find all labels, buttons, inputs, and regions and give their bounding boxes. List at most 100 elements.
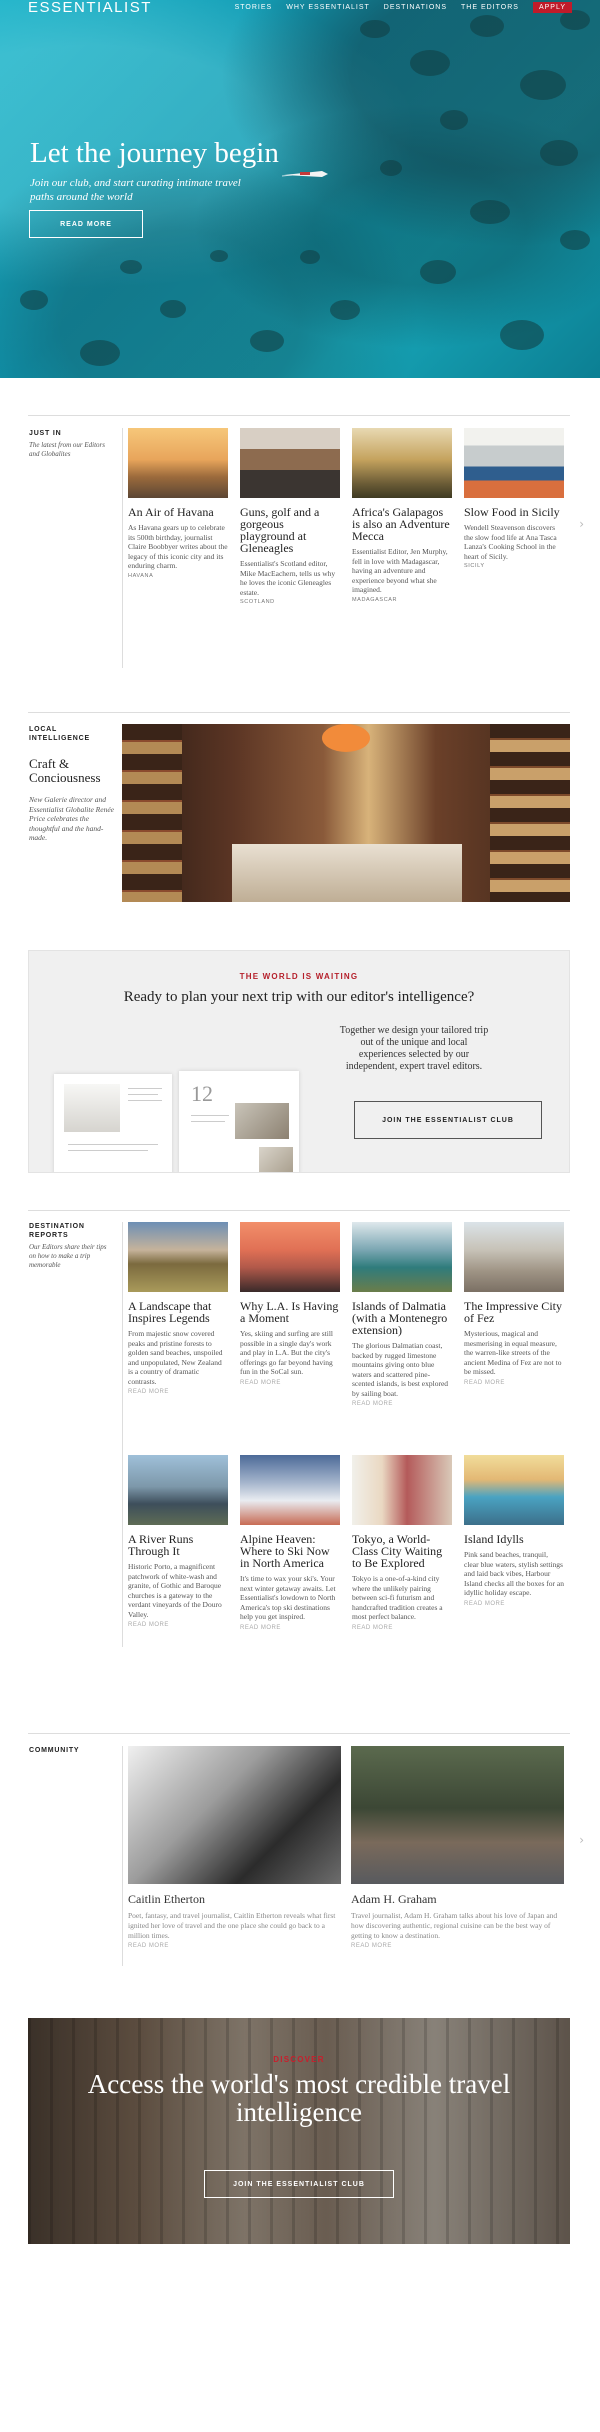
article-image[interactable]: [352, 428, 452, 498]
destination-image[interactable]: [240, 1455, 340, 1525]
bottom-join-club-button[interactable]: JOIN THE ESSENTIALIST CLUB: [204, 2170, 394, 2198]
destination-title[interactable]: A Landscape that Inspires Legends: [128, 1300, 228, 1324]
community-card[interactable]: Adam H. Graham Travel journalist, Adam H…: [351, 1746, 564, 1949]
bottom-title: Access the world's most credible travel …: [87, 2069, 511, 2127]
article-card[interactable]: Guns, golf and a gorgeous playground at …: [240, 428, 340, 605]
destination-title[interactable]: Why L.A. Is Having a Moment: [240, 1300, 340, 1324]
destination-card[interactable]: Tokyo, a World-Class City Waiting to Be …: [352, 1455, 452, 1631]
destination-excerpt: Tokyo is a one-of-a-kind city where the …: [352, 1574, 443, 1621]
article-excerpt: As Havana gears up to celebrate its 500t…: [128, 523, 228, 570]
community-portrait[interactable]: [351, 1746, 564, 1884]
read-more-link[interactable]: READ MORE: [128, 1943, 341, 1949]
read-more-link[interactable]: READ MORE: [240, 1380, 340, 1386]
join-club-button[interactable]: JOIN THE ESSENTIALIST CLUB: [354, 1101, 542, 1139]
article-title[interactable]: Slow Food in Sicily: [464, 506, 564, 518]
hero-read-more-button[interactable]: READ MORE: [29, 210, 143, 238]
destination-title[interactable]: Alpine Heaven: Where to Ski Now in North…: [240, 1533, 340, 1569]
read-more-link[interactable]: READ MORE: [464, 1601, 564, 1607]
read-more-link[interactable]: READ MORE: [352, 1625, 452, 1631]
article-card[interactable]: Slow Food in Sicily Wendell Steavenson d…: [464, 428, 564, 569]
destination-image[interactable]: [240, 1222, 340, 1292]
hero-subtitle: Join our club, and start curating intima…: [30, 177, 241, 203]
read-more-link[interactable]: READ MORE: [240, 1625, 340, 1631]
destination-excerpt: Pink sand beaches, tranquil, clear blue …: [464, 1550, 564, 1597]
article-excerpt: Essentialist's Scotland editor, Mike Mac…: [240, 559, 336, 597]
destination-title[interactable]: The Impressive City of Fez: [464, 1300, 564, 1324]
destination-title[interactable]: Tokyo, a World-Class City Waiting to Be …: [352, 1533, 452, 1569]
article-title[interactable]: An Air of Havana: [128, 506, 228, 518]
article-tag[interactable]: HAVANA: [128, 573, 228, 579]
feature-image[interactable]: [122, 724, 570, 902]
destination-title[interactable]: Island Idylls: [464, 1533, 564, 1545]
community-excerpt: Travel journalist, Adam H. Graham talks …: [351, 1911, 558, 1940]
section-title-community: COMMUNITY: [29, 1747, 80, 1754]
read-more-link[interactable]: READ MORE: [352, 1401, 452, 1407]
article-excerpt: Essentialist Editor, Jen Murphy, fell in…: [352, 547, 448, 594]
article-tag[interactable]: SCOTLAND: [240, 599, 340, 605]
read-more-link[interactable]: READ MORE: [128, 1389, 228, 1395]
destination-image[interactable]: [128, 1455, 228, 1525]
destination-excerpt: Yes, skiing and surfing are still possib…: [240, 1329, 333, 1376]
destination-card[interactable]: The Impressive City of Fez Mysterious, m…: [464, 1222, 564, 1386]
carousel-next-arrow-icon[interactable]: ›: [579, 517, 584, 531]
read-more-link[interactable]: READ MORE: [351, 1943, 564, 1949]
join-question: Ready to plan your next trip with our ed…: [123, 989, 475, 1005]
nav-link-the-editors[interactable]: THE EDITORS: [461, 4, 519, 11]
article-tag[interactable]: MADAGASCAR: [352, 597, 452, 603]
carousel-next-arrow-icon[interactable]: ›: [579, 1833, 584, 1847]
join-text: Together we design your tailored trip ou…: [339, 1025, 489, 1072]
boat-icon: [282, 171, 328, 177]
read-more-link[interactable]: READ MORE: [128, 1622, 228, 1628]
magazine-preview: [54, 1074, 172, 1172]
destination-card[interactable]: Islands of Dalmatia (with a Montenegro e…: [352, 1222, 452, 1407]
hero-banner: ESSENTIALIST STORIES WHY ESSENTIALIST DE…: [0, 0, 600, 378]
destination-image[interactable]: [464, 1455, 564, 1525]
feature-title[interactable]: Craft & Conciousness: [29, 757, 119, 785]
destination-card[interactable]: Why L.A. Is Having a Moment Yes, skiing …: [240, 1222, 340, 1386]
destination-image[interactable]: [352, 1455, 452, 1525]
destination-card[interactable]: A River Runs Through It Historic Porto, …: [128, 1455, 228, 1628]
destination-title[interactable]: A River Runs Through It: [128, 1533, 228, 1557]
article-image[interactable]: [128, 428, 228, 498]
read-more-link[interactable]: READ MORE: [464, 1380, 564, 1386]
column-divider: [122, 428, 123, 668]
destination-excerpt: From majestic snow covered peaks and pri…: [128, 1329, 223, 1386]
apply-button[interactable]: APPLY: [532, 1, 572, 13]
destination-excerpt: Historic Porto, a magnificent patchwork …: [128, 1562, 222, 1619]
article-tag[interactable]: SICILY: [464, 563, 564, 569]
community-portrait[interactable]: [128, 1746, 341, 1884]
section-divider: [28, 1210, 570, 1211]
magazine-preview: 12: [179, 1071, 299, 1172]
community-name[interactable]: Adam H. Graham: [351, 1892, 564, 1907]
community-name[interactable]: Caitlin Etherton: [128, 1892, 341, 1907]
article-card[interactable]: Africa's Galapagos is also an Adventure …: [352, 428, 452, 603]
destination-excerpt: Mysterious, magical and mesmerising in e…: [464, 1329, 562, 1376]
destination-excerpt: The glorious Dalmatian coast, backed by …: [352, 1341, 449, 1398]
site-logo[interactable]: ESSENTIALIST: [28, 0, 152, 16]
destination-image[interactable]: [352, 1222, 452, 1292]
nav-link-destinations[interactable]: DESTINATIONS: [384, 4, 447, 11]
join-club-panel: THE WORLD IS WAITING Ready to plan your …: [28, 950, 570, 1173]
destination-image[interactable]: [464, 1222, 564, 1292]
article-title[interactable]: Guns, golf and a gorgeous playground at …: [240, 506, 340, 554]
nav-link-why-essentialist[interactable]: WHY ESSENTIALIST: [286, 4, 370, 11]
destination-image[interactable]: [128, 1222, 228, 1292]
section-desc-destination-reports: Our Editors share their tips on how to m…: [29, 1243, 107, 1269]
section-title-just-in: JUST IN: [29, 430, 62, 437]
column-divider: [122, 1222, 123, 1647]
destination-title[interactable]: Islands of Dalmatia (with a Montenegro e…: [352, 1300, 452, 1336]
column-divider: [122, 1746, 123, 1966]
destination-card[interactable]: Island Idylls Pink sand beaches, tranqui…: [464, 1455, 564, 1607]
feature-desc: New Galerie director and Essentialist Gl…: [29, 795, 114, 842]
nav-links: STORIES WHY ESSENTIALIST DESTINATIONS TH…: [235, 1, 572, 13]
join-kicker: THE WORLD IS WAITING: [239, 972, 359, 981]
community-card[interactable]: Caitlin Etherton Poet, fantasy, and trav…: [128, 1746, 341, 1949]
destination-card[interactable]: A Landscape that Inspires Legends From m…: [128, 1222, 228, 1395]
nav-link-stories[interactable]: STORIES: [235, 4, 273, 11]
section-divider: [28, 712, 570, 713]
destination-card[interactable]: Alpine Heaven: Where to Ski Now in North…: [240, 1455, 340, 1631]
article-image[interactable]: [464, 428, 564, 498]
article-card[interactable]: An Air of Havana As Havana gears up to c…: [128, 428, 228, 579]
article-image[interactable]: [240, 428, 340, 498]
article-title[interactable]: Africa's Galapagos is also an Adventure …: [352, 506, 452, 542]
